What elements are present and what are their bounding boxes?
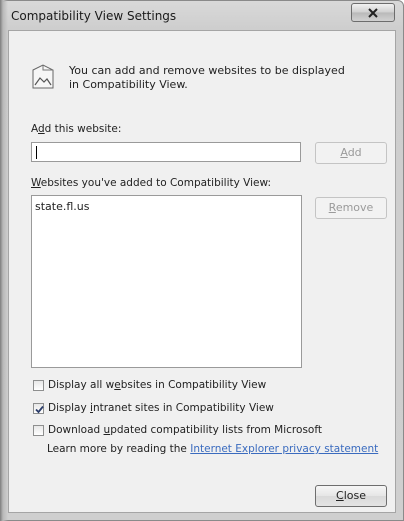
learn-more-text: Learn more by reading the Internet Explo…: [47, 443, 379, 455]
title-bar: Compatibility View Settings: [1, 1, 403, 31]
privacy-statement-link[interactable]: Internet Explorer privacy statement: [190, 443, 378, 455]
display-intranet-checkbox[interactable]: [33, 403, 44, 414]
list-item[interactable]: state.fl.us: [35, 200, 90, 213]
remove-button[interactable]: Remove: [315, 197, 387, 219]
window-title: Compatibility View Settings: [11, 9, 177, 23]
close-icon: [368, 8, 378, 18]
info-text: You can add and remove websites to be di…: [69, 64, 345, 91]
checkmark-icon: [35, 405, 44, 414]
websites-list[interactable]: state.fl.us: [31, 195, 302, 368]
display-all-checkbox[interactable]: [33, 380, 44, 391]
download-lists-checkbox[interactable]: [33, 425, 44, 436]
download-lists-label: Download updated compatibility lists fro…: [48, 424, 322, 436]
display-all-label: Display all websites in Compatibility Vi…: [48, 379, 267, 391]
display-intranet-label: Display intranet sites in Compatibility …: [48, 402, 274, 414]
add-website-label: Add this website:: [31, 123, 122, 135]
window-close-button[interactable]: [351, 3, 395, 22]
text-caret: [36, 146, 37, 159]
websites-list-label: Websites you've added to Compatibility V…: [31, 177, 272, 189]
add-button[interactable]: Add: [315, 142, 387, 164]
compatibility-view-icon: [32, 64, 54, 89]
add-website-input[interactable]: [31, 142, 301, 162]
dialog-body: You can add and remove websites to be di…: [8, 30, 396, 513]
dialog-window: Compatibility View Settings You can add …: [0, 0, 404, 521]
close-button[interactable]: Close: [315, 485, 387, 507]
